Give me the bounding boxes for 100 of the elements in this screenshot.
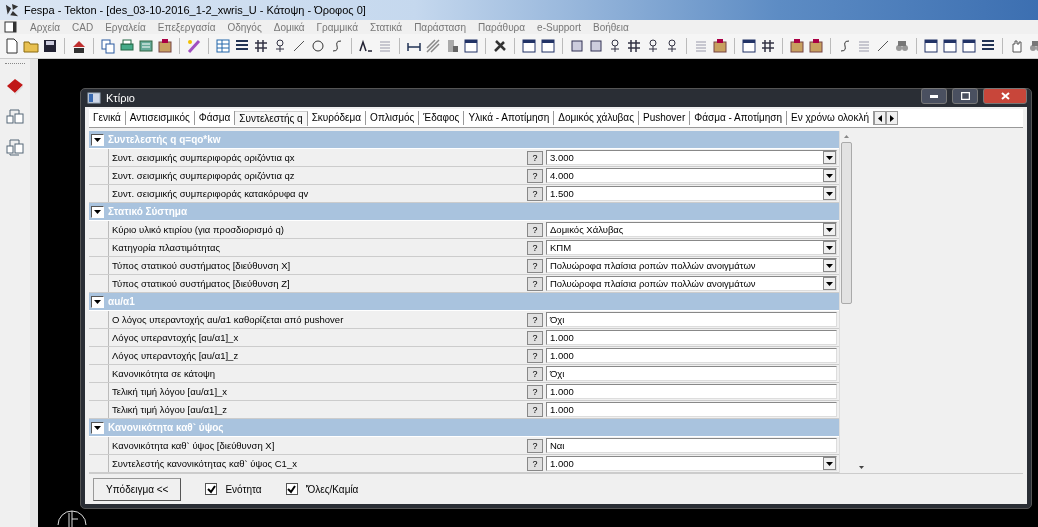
menu-item[interactable]: Εργαλεία bbox=[99, 21, 152, 33]
tab[interactable]: Σκυρόδεμα bbox=[307, 111, 367, 125]
help-button[interactable]: ? bbox=[527, 330, 543, 345]
hatch-icon[interactable] bbox=[425, 38, 441, 54]
menu-item[interactable]: Επεξεργασία bbox=[151, 21, 222, 33]
help-button[interactable]: ? bbox=[527, 276, 543, 291]
menu-item[interactable]: Βοήθεια bbox=[587, 21, 635, 33]
page-icon[interactable] bbox=[4, 38, 20, 54]
dropdown-field[interactable]: 4.000 bbox=[546, 168, 837, 183]
checkbox[interactable] bbox=[285, 483, 298, 495]
menu-item[interactable]: e-Support bbox=[531, 21, 587, 33]
help-button[interactable]: ? bbox=[527, 240, 543, 255]
sample-button[interactable]: Υπόδειγμα << bbox=[93, 477, 182, 501]
menu-item[interactable]: Στατικά bbox=[364, 21, 409, 33]
help-button[interactable]: ? bbox=[527, 186, 543, 201]
dropdown-field[interactable]: Πολυώροφα πλαίσια ροπών πολλών ανοιγμάτων bbox=[546, 276, 837, 291]
binoculars-icon[interactable] bbox=[894, 38, 910, 54]
menu-item[interactable]: Γραμμικά bbox=[310, 21, 364, 33]
dropdown-field[interactable]: 1.000 bbox=[546, 456, 837, 471]
box-icon[interactable] bbox=[808, 38, 824, 54]
circle-icon[interactable] bbox=[310, 38, 326, 54]
close-button[interactable] bbox=[983, 88, 1027, 104]
box-icon[interactable] bbox=[712, 38, 728, 54]
menu-item[interactable]: Παράθυρα bbox=[472, 21, 532, 33]
tab[interactable]: Υλικά - Αποτίμηση bbox=[464, 111, 555, 125]
tab[interactable]: Έδαφος bbox=[419, 111, 465, 125]
scroll-left-button[interactable] bbox=[874, 111, 886, 125]
window-icon[interactable] bbox=[521, 38, 537, 54]
menu-item[interactable]: CAD bbox=[66, 21, 100, 33]
dropdown-field[interactable]: 1.500 bbox=[546, 186, 837, 201]
help-button[interactable]: ? bbox=[527, 168, 543, 183]
tab[interactable]: Φάσμα - Αποτίμηση bbox=[690, 111, 788, 125]
dropdown-field[interactable]: 3.000 bbox=[546, 150, 837, 165]
window-icon[interactable] bbox=[923, 38, 939, 54]
font-icon[interactable] bbox=[358, 38, 374, 54]
menu-item[interactable]: Δομικά bbox=[267, 21, 311, 33]
help-button[interactable]: ? bbox=[527, 456, 543, 471]
tab[interactable]: Αντισεισμικός bbox=[125, 111, 195, 125]
window-icon[interactable] bbox=[961, 38, 977, 54]
window-icon[interactable] bbox=[540, 38, 556, 54]
collapse-button[interactable] bbox=[91, 295, 104, 308]
tab[interactable]: Οπλισμός bbox=[366, 111, 420, 125]
checkbox[interactable] bbox=[205, 483, 218, 495]
line-icon[interactable] bbox=[291, 38, 307, 54]
collapse-button[interactable] bbox=[91, 133, 104, 146]
value-field[interactable]: 1.000 bbox=[546, 348, 837, 363]
down-arrow-icon[interactable] bbox=[859, 466, 864, 469]
scroll-thumb[interactable] bbox=[840, 142, 852, 304]
pen-icon[interactable] bbox=[186, 38, 202, 54]
value-field[interactable]: Ναι bbox=[546, 438, 837, 453]
dropdown-field[interactable]: Δομικός Χάλυβας bbox=[546, 222, 837, 237]
help-button[interactable]: ? bbox=[527, 366, 543, 381]
minimize-button[interactable] bbox=[921, 88, 947, 104]
printer-icon[interactable] bbox=[119, 38, 135, 54]
line-icon[interactable] bbox=[875, 38, 891, 54]
help-button[interactable]: ? bbox=[527, 402, 543, 417]
window-icon[interactable] bbox=[942, 38, 958, 54]
collapse-button[interactable] bbox=[91, 205, 104, 218]
value-field[interactable]: Όχι bbox=[546, 366, 837, 381]
hand-icon[interactable] bbox=[1009, 38, 1025, 54]
collapse-button[interactable] bbox=[91, 421, 104, 434]
menu-item[interactable]: Αρχεία bbox=[24, 21, 67, 33]
maximize-button[interactable] bbox=[952, 88, 978, 104]
help-button[interactable]: ? bbox=[527, 348, 543, 363]
square-icon[interactable] bbox=[588, 38, 604, 54]
value-field[interactable]: 1.000 bbox=[546, 330, 837, 345]
help-button[interactable]: ? bbox=[527, 258, 543, 273]
scroll-right-button[interactable] bbox=[886, 111, 898, 125]
tab[interactable]: Δομικός χάλυβας bbox=[554, 111, 639, 125]
help-button[interactable]: ? bbox=[527, 384, 543, 399]
frame-icon[interactable] bbox=[5, 106, 25, 126]
tab[interactable]: Συντελεστής q bbox=[235, 110, 308, 126]
window-icon[interactable] bbox=[463, 38, 479, 54]
dropdown-arrow-icon bbox=[826, 173, 833, 178]
dropdown-field[interactable]: ΚΠΜ bbox=[546, 240, 837, 255]
square-icon[interactable] bbox=[569, 38, 585, 54]
grid-icon[interactable] bbox=[253, 38, 269, 54]
toolbar-grip[interactable] bbox=[5, 63, 25, 66]
help-button[interactable]: ? bbox=[527, 222, 543, 237]
dropdown-field[interactable]: Πολυώροφα πλαίσια ροπών πολλών ανοιγμάτων bbox=[546, 258, 837, 273]
grid-icon[interactable] bbox=[626, 38, 642, 54]
grid-icon[interactable] bbox=[760, 38, 776, 54]
value-field[interactable]: Όχι bbox=[546, 312, 837, 327]
value-field[interactable]: 1.000 bbox=[546, 402, 837, 417]
frame-icon[interactable] bbox=[5, 136, 25, 156]
window-icon[interactable] bbox=[741, 38, 757, 54]
help-button[interactable]: ? bbox=[527, 150, 543, 165]
tab[interactable]: Γενικά bbox=[89, 111, 126, 125]
value-field[interactable]: 1.000 bbox=[546, 384, 837, 399]
menu-item[interactable]: Οδηγός bbox=[221, 21, 268, 33]
scrollbar[interactable] bbox=[839, 131, 852, 473]
box-icon[interactable] bbox=[789, 38, 805, 54]
menu-item[interactable]: Παράσταση bbox=[408, 21, 473, 33]
help-button[interactable]: ? bbox=[527, 312, 543, 327]
box-icon[interactable] bbox=[157, 38, 173, 54]
copy-icon[interactable] bbox=[100, 38, 116, 54]
stack-icon[interactable] bbox=[138, 38, 154, 54]
help-button[interactable]: ? bbox=[527, 438, 543, 453]
document-icon[interactable] bbox=[4, 21, 18, 33]
tab[interactable]: Pushover bbox=[638, 111, 691, 125]
